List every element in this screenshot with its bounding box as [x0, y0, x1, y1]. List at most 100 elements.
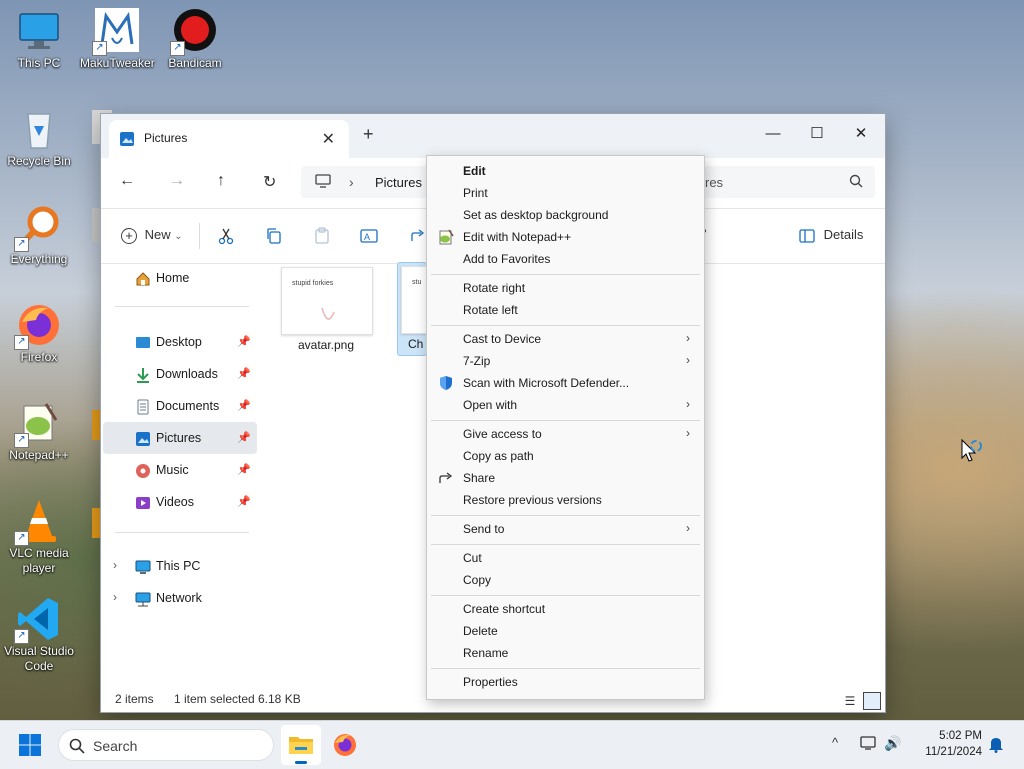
file-item-avatar[interactable]: stupid forkies avatar.png	[279, 264, 373, 356]
divider	[199, 223, 200, 249]
share-button[interactable]	[409, 227, 427, 248]
volume-icon[interactable]: 🔊	[884, 735, 901, 752]
large-icons-view-button[interactable]	[863, 692, 881, 710]
menu-item-delete[interactable]: Delete	[431, 620, 700, 642]
monitor-icon	[16, 8, 62, 54]
menu-item-print[interactable]: Print	[431, 182, 700, 204]
sidebar-item-label: Pictures	[156, 431, 202, 445]
desktop-icon-makutweaker[interactable]: ↗ MakuTweaker	[80, 8, 155, 71]
network-tray-icon[interactable]	[860, 735, 878, 754]
menu-separator	[431, 595, 700, 596]
minimize-button[interactable]: —	[751, 120, 795, 148]
active-indicator	[295, 761, 307, 764]
menu-item-rename[interactable]: Rename	[431, 642, 700, 664]
menu-separator	[431, 274, 700, 275]
taskbar-search-box[interactable]: Search	[58, 729, 274, 761]
new-tab-button[interactable]: +	[363, 124, 374, 145]
menu-item-label: Copy	[463, 573, 492, 587]
selection-size: 6.18 KB	[258, 692, 301, 706]
desktop-icon-vscode[interactable]: ↗ Visual Studio Code	[2, 596, 76, 674]
taskbar-app-firefox[interactable]	[325, 725, 365, 765]
menu-item-copy[interactable]: Copy	[431, 569, 700, 591]
scissors-icon	[218, 228, 234, 245]
desktop-icon-this-pc[interactable]: This PC	[2, 8, 76, 71]
expand-chevron-icon[interactable]: ›	[113, 590, 117, 604]
tab-pictures[interactable]: Pictures ✕	[109, 120, 349, 158]
rename-button[interactable]: A	[359, 227, 379, 248]
menu-item-edit[interactable]: Edit	[431, 160, 700, 182]
new-button[interactable]: + New ⌄	[121, 227, 183, 244]
maximize-button[interactable]: ☐	[795, 120, 839, 148]
menu-item-cast-to-device[interactable]: Cast to Device ›	[431, 328, 700, 350]
search-input[interactable]: res	[701, 166, 875, 198]
pin-icon: 📌	[237, 432, 251, 444]
sidebar-item-label: Home	[156, 271, 190, 285]
menu-item-label: Rotate right	[463, 281, 526, 295]
menu-item-share[interactable]: Share	[431, 467, 700, 489]
breadcrumb-pictures[interactable]: Pictures	[375, 175, 422, 190]
submenu-arrow-icon: ›	[686, 521, 690, 535]
menu-item-label: Properties	[463, 675, 518, 689]
menu-item-label: Delete	[463, 624, 498, 638]
paste-button[interactable]	[313, 227, 331, 248]
menu-item-set-desktop-background[interactable]: Set as desktop background	[431, 204, 700, 226]
sidebar-item-videos[interactable]: Videos 📌	[103, 486, 257, 518]
shortcut-arrow-icon: ↗	[92, 41, 107, 56]
notifications-bell-icon[interactable]	[988, 735, 1004, 756]
expand-chevron-icon[interactable]: ›	[113, 558, 117, 572]
tab-close-icon[interactable]: ✕	[322, 129, 335, 149]
start-button[interactable]	[18, 733, 42, 760]
home-icon	[135, 271, 151, 290]
sidebar-item-network[interactable]: › Network	[103, 582, 257, 614]
details-view-button[interactable]: ☰	[841, 692, 859, 710]
desktop-icon	[135, 335, 151, 354]
menu-item-label: Set as desktop background	[463, 208, 609, 222]
menu-item-label: Open with	[463, 398, 518, 412]
menu-item-7zip[interactable]: 7-Zip ›	[431, 350, 700, 372]
file-name: Ch	[408, 337, 424, 351]
file-item-selected[interactable]: stu Ch	[397, 262, 427, 356]
menu-item-create-shortcut[interactable]: Create shortcut	[431, 598, 700, 620]
taskbar: Search ^ 🔊 5:02 PM 11/21/2024	[0, 720, 1024, 769]
up-button[interactable]: ↑	[217, 172, 225, 190]
menu-item-copy-as-path[interactable]: Copy as path	[431, 445, 700, 467]
back-button[interactable]: ←	[119, 172, 135, 190]
sidebar-item-documents[interactable]: Documents 📌	[103, 390, 257, 422]
menu-item-cut[interactable]: Cut	[431, 547, 700, 569]
sidebar-item-downloads[interactable]: Downloads 📌	[103, 358, 257, 390]
show-hidden-icons-button[interactable]: ^	[832, 735, 838, 750]
taskbar-app-file-explorer[interactable]	[281, 725, 321, 765]
breadcrumb-separator: ›	[349, 174, 354, 190]
sidebar-item-this-pc[interactable]: › This PC	[103, 550, 257, 582]
pin-icon: 📌	[237, 336, 251, 348]
details-pane-button[interactable]: Details	[799, 227, 863, 243]
menu-item-give-access-to[interactable]: Give access to ›	[431, 423, 700, 445]
details-pane-icon	[799, 228, 815, 243]
item-count: 2 items	[115, 692, 154, 706]
desktop-icon-bandicam[interactable]: ↗ Bandicam	[158, 8, 232, 71]
sidebar-item-desktop[interactable]: Desktop 📌	[103, 326, 257, 358]
clock[interactable]: 5:02 PM 11/21/2024	[906, 728, 982, 760]
menu-item-edit-with-notepadpp[interactable]: Edit with Notepad++	[431, 226, 700, 248]
copy-button[interactable]	[265, 227, 283, 248]
menu-item-rotate-left[interactable]: Rotate left	[431, 299, 700, 321]
menu-item-restore-previous-versions[interactable]: Restore previous versions	[431, 489, 700, 511]
thumbnail-caption: stu	[412, 279, 422, 286]
close-button[interactable]: ✕	[839, 120, 883, 148]
sidebar-item-home[interactable]: Home	[103, 262, 257, 294]
selection-count: 1 item selected	[174, 692, 255, 706]
forward-button[interactable]: →	[169, 172, 185, 190]
menu-item-add-to-favorites[interactable]: Add to Favorites	[431, 248, 700, 270]
sidebar-item-pictures[interactable]: Pictures 📌	[103, 422, 257, 454]
refresh-button[interactable]: ↻	[263, 172, 276, 192]
this-pc-icon	[135, 559, 151, 578]
sidebar-item-music[interactable]: Music 📌	[103, 454, 257, 486]
this-pc-icon	[315, 174, 331, 191]
menu-item-rotate-right[interactable]: Rotate right	[431, 277, 700, 299]
file-name: avatar.png	[297, 338, 355, 352]
menu-item-scan-with-defender[interactable]: Scan with Microsoft Defender...	[431, 372, 700, 394]
cut-button[interactable]	[217, 227, 235, 248]
menu-item-open-with[interactable]: Open with ›	[431, 394, 700, 416]
menu-item-send-to[interactable]: Send to ›	[431, 518, 700, 540]
menu-item-properties[interactable]: Properties	[431, 671, 700, 693]
